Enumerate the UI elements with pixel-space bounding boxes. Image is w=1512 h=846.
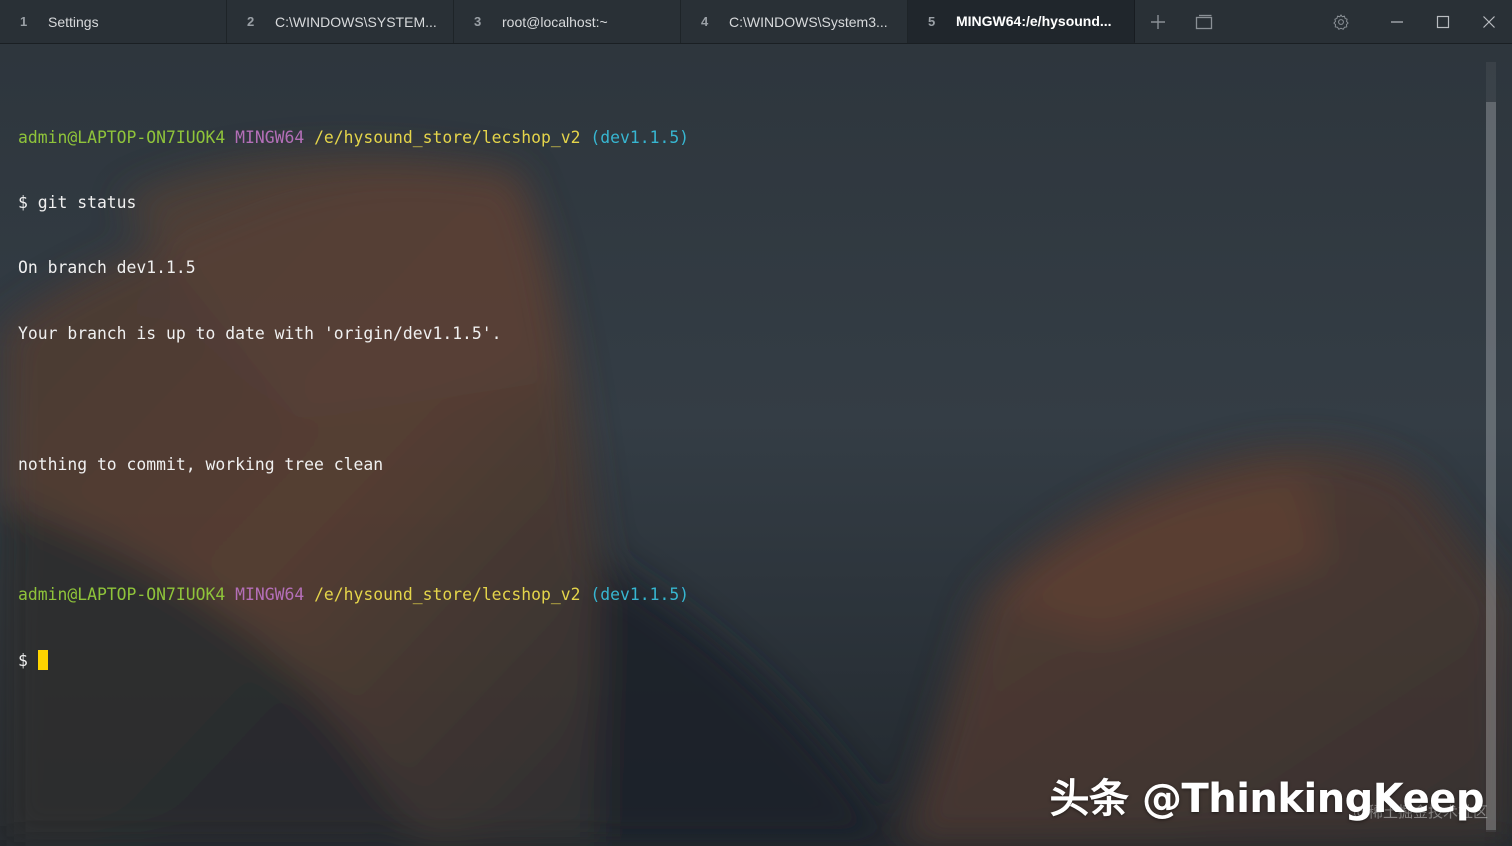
new-tab-button[interactable] xyxy=(1135,0,1181,44)
split-pane-icon xyxy=(1195,14,1213,29)
tab-title: C:\WINDOWS\System3... xyxy=(729,13,888,30)
prompt-branch: (dev1.1.5) xyxy=(590,127,690,147)
input-line[interactable]: $ xyxy=(18,649,1468,672)
tab-title: C:\WINDOWS\SYSTEM... xyxy=(275,13,437,30)
prompt-path: /e/hysound_store/lecshop_v2 xyxy=(314,127,581,147)
minimize-button[interactable] xyxy=(1374,0,1420,44)
scrollbar-thumb[interactable] xyxy=(1486,102,1496,830)
tab-bar: 1 Settings 2 C:\WINDOWS\SYSTEM... 3 root… xyxy=(0,0,1512,44)
plus-icon xyxy=(1151,14,1165,29)
tab-number: 2 xyxy=(247,14,255,29)
tab-2[interactable]: 2 C:\WINDOWS\SYSTEM... xyxy=(227,0,454,43)
gear-icon xyxy=(1333,13,1349,30)
tab-number: 5 xyxy=(928,13,936,29)
command-line: $ git status xyxy=(18,192,137,212)
tab-number: 3 xyxy=(474,14,482,29)
tab-1[interactable]: 1 Settings xyxy=(0,0,227,43)
prompt-path: /e/hysound_store/lecshop_v2 xyxy=(314,585,581,605)
close-button[interactable] xyxy=(1466,0,1512,44)
tab-actions xyxy=(1135,0,1512,43)
maximize-button[interactable] xyxy=(1420,0,1466,44)
output-line: nothing to commit, working tree clean xyxy=(18,454,384,474)
maximize-icon xyxy=(1436,15,1450,28)
prompt-line: admin@LAPTOP-ON7IUOK4 MINGW64 /e/hysound… xyxy=(18,584,1468,606)
output-line: On branch dev1.1.5 xyxy=(18,258,196,278)
tab-number: 4 xyxy=(701,14,709,29)
prompt-user-host: admin@LAPTOP-ON7IUOK4 xyxy=(18,585,226,605)
prompt-system: MINGW64 xyxy=(235,585,305,605)
tab-number: 1 xyxy=(20,14,28,29)
prompt-branch: (dev1.1.5) xyxy=(590,585,690,605)
prompt-line: admin@LAPTOP-ON7IUOK4 MINGW64 /e/hysound… xyxy=(18,127,1468,149)
minimize-icon xyxy=(1391,20,1403,23)
tab-title: Settings xyxy=(48,13,99,30)
tab-title: MINGW64:/e/hysound... xyxy=(956,13,1112,29)
tab-4[interactable]: 4 C:\WINDOWS\System3... xyxy=(681,0,908,43)
vertical-scrollbar[interactable] xyxy=(1486,62,1496,832)
split-pane-button[interactable] xyxy=(1181,0,1227,44)
settings-button[interactable] xyxy=(1318,0,1364,44)
prompt-symbol: $ xyxy=(18,650,38,670)
terminal-output[interactable]: admin@LAPTOP-ON7IUOK4 MINGW64 /e/hysound… xyxy=(18,83,1468,803)
output-line: Your branch is up to date with 'origin/d… xyxy=(18,323,502,343)
prompt-user-host: admin@LAPTOP-ON7IUOK4 xyxy=(18,127,226,147)
watermark-text: 头条 @ThinkingKeep xyxy=(1049,776,1485,822)
prompt-system: MINGW64 xyxy=(235,127,305,147)
tab-3[interactable]: 3 root@localhost:~ xyxy=(454,0,681,43)
tab-title: root@localhost:~ xyxy=(502,13,608,30)
close-icon xyxy=(1483,15,1495,28)
tab-5-active[interactable]: 5 MINGW64:/e/hysound... xyxy=(908,0,1135,43)
text-cursor xyxy=(37,649,48,670)
